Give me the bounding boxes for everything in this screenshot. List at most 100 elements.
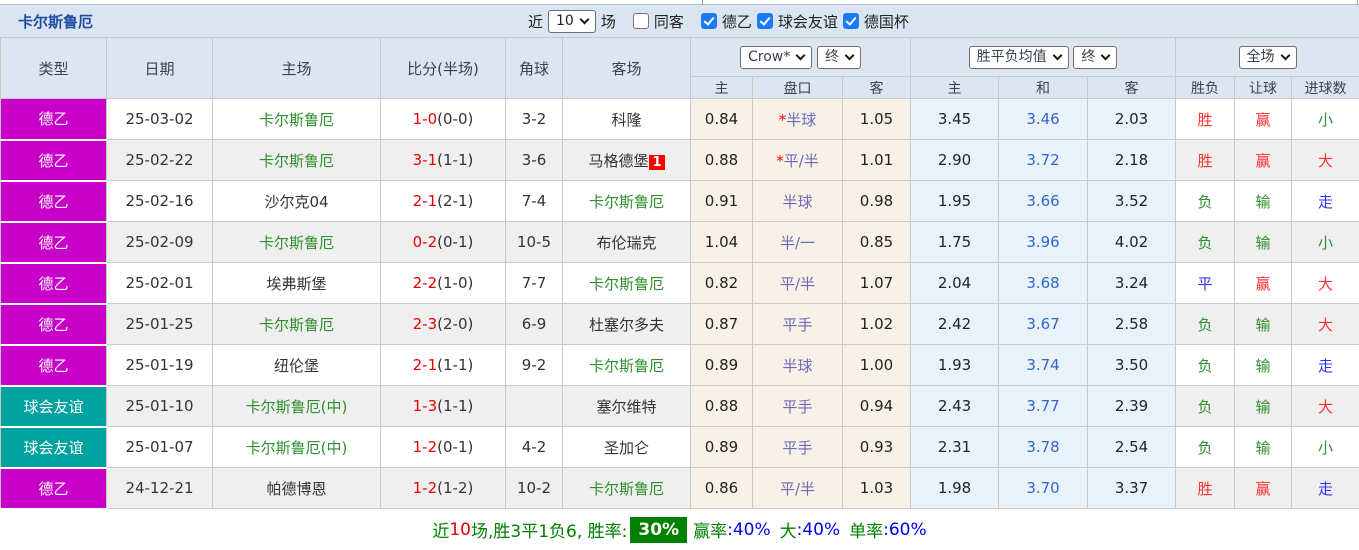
- avg-away-odds: 4.02: [1087, 221, 1177, 263]
- sub-header-avg-draw: 和: [998, 76, 1089, 99]
- corner-count: 9-2: [505, 344, 563, 386]
- avg-time-select[interactable]: 终: [1073, 45, 1118, 69]
- near-count-value: 10: [556, 12, 574, 29]
- crow-away-odds: 1.07: [841, 262, 912, 304]
- result-wdl: 负: [1175, 180, 1236, 222]
- fulltime-score: 1-2: [412, 438, 438, 456]
- result-wdl: 负: [1175, 221, 1236, 263]
- handicap-line: 平手: [752, 303, 843, 345]
- fulltime-score: 2-1: [412, 192, 438, 210]
- odds-source-select[interactable]: Crow*: [739, 45, 813, 69]
- avg-away-odds: 2.18: [1087, 139, 1177, 181]
- home-team-name: 卡尔斯鲁厄(中): [245, 397, 348, 416]
- corner-count: 10-5: [505, 221, 563, 263]
- home-team-name: 卡尔斯鲁厄(中): [245, 438, 348, 457]
- result-scope-group: 全场: [1175, 37, 1359, 77]
- result-wdl: 平: [1175, 262, 1236, 304]
- avg-away-odds: 2.54: [1087, 426, 1177, 468]
- crow-home-odds: 0.91: [690, 180, 753, 222]
- halftime-score: (1-2): [437, 479, 474, 497]
- col-header-score: 比分(半场): [380, 37, 506, 99]
- away-team-name: 塞尔维特: [596, 397, 657, 416]
- near-count-select[interactable]: 10: [548, 9, 596, 33]
- score-cell: 1-2(1-2): [380, 467, 506, 509]
- match-date: 25-02-01: [106, 262, 213, 304]
- home-team: 卡尔斯鲁厄(中): [212, 385, 381, 427]
- footer-summary: 场,胜3平1负6, 胜率:: [471, 522, 628, 542]
- handicap-text: 半球: [786, 110, 817, 129]
- handicap-text: 半球: [782, 356, 813, 375]
- away-team-name: 布伦瑞克: [596, 233, 657, 252]
- avg-home-odds: 2.90: [910, 139, 1000, 181]
- away-team: 卡尔斯鲁厄: [562, 180, 691, 222]
- corner-count: 3-2: [505, 98, 563, 140]
- table-row: 德乙 25-02-16 沙尔克04 2-1(2-1) 7-4 卡尔斯鲁厄 0.91 半球 0.9…: [0, 180, 1359, 223]
- crow-away-odds: 1.01: [841, 139, 912, 181]
- match-type: 德乙: [0, 303, 107, 346]
- filter-friendly-checkbox[interactable]: [756, 13, 773, 29]
- corner-count: 10-2: [505, 467, 563, 509]
- title-bar: 卡尔斯鲁厄 近 10 场 同客 德乙 球会友谊 德国杯: [0, 5, 1359, 37]
- home-team: 卡尔斯鲁厄: [212, 221, 381, 263]
- away-team: 马格德堡 1: [562, 139, 691, 181]
- filter-league-label: 德乙: [721, 12, 752, 31]
- result-goals: 小: [1291, 221, 1359, 263]
- avg-away-odds: 3.50: [1087, 344, 1177, 386]
- fulltime-score: 1-0: [412, 110, 438, 128]
- result-handicap: 输: [1234, 426, 1293, 468]
- result-goals: 大: [1291, 303, 1359, 345]
- avg-source-select[interactable]: 胜平负均值: [968, 45, 1069, 69]
- crow-home-odds: 0.89: [690, 344, 753, 386]
- score-cell: 1-3(1-1): [380, 385, 506, 427]
- corner-count: 7-7: [505, 262, 563, 304]
- score-cell: 2-3(2-0): [380, 303, 506, 345]
- summary-footer: 近 10 场,胜3平1负6, 胜率: 30% 赢率 :40% 大 :40% 单率…: [0, 509, 1359, 550]
- handicap-line: 半球: [752, 180, 843, 222]
- col-header-away: 客场: [562, 37, 691, 99]
- result-wdl: 负: [1175, 344, 1236, 386]
- home-team-name: 卡尔斯鲁厄: [258, 110, 334, 129]
- result-goals: 大: [1291, 385, 1359, 427]
- home-team: 卡尔斯鲁厄: [212, 139, 381, 181]
- avg-away-odds: 3.37: [1087, 467, 1177, 509]
- match-date: 25-02-16: [106, 180, 213, 222]
- filter-cup-label: 德国杯: [863, 12, 909, 31]
- footer-near-num: 10: [449, 519, 471, 540]
- footer-win-label: 赢率: [693, 522, 728, 542]
- chevron-down-icon: [795, 50, 806, 60]
- same-opponent-checkbox[interactable]: [632, 13, 649, 29]
- filter-league-checkbox[interactable]: [700, 13, 717, 29]
- home-team: 卡尔斯鲁厄: [212, 303, 381, 345]
- crow-away-odds: 0.85: [841, 221, 912, 263]
- handicap-line: 半球: [752, 344, 843, 386]
- corner-count: 7-4: [505, 180, 563, 222]
- score-cell: 2-2(1-0): [380, 262, 506, 304]
- handicap-line: *平/半: [752, 139, 843, 181]
- crow-home-odds: 0.87: [690, 303, 753, 345]
- scope-select[interactable]: 全场: [1238, 45, 1297, 69]
- handicap-line: 平手: [752, 426, 843, 468]
- crow-home-odds: 0.88: [690, 139, 753, 181]
- avg-home-odds: 2.43: [910, 385, 1000, 427]
- table-row: 德乙 25-02-01 埃弗斯堡 2-2(1-0) 7-7 卡尔斯鲁厄 0.82 平/半 1.0…: [0, 262, 1359, 305]
- home-team-name: 帕德博恩: [266, 479, 327, 498]
- result-goals: 大: [1291, 139, 1359, 181]
- header-row-groups: 类型 日期 主场 比分(半场) 角球 客场 Crow* 终 胜平负均值 终 全场: [0, 37, 1359, 99]
- sub-header-crow-away: 客: [841, 76, 912, 99]
- avg-draw-odds: 3.78: [998, 426, 1089, 468]
- odds-time-select[interactable]: 终: [817, 45, 862, 69]
- avg-away-odds: 2.58: [1087, 303, 1177, 345]
- result-handicap: 赢: [1234, 98, 1293, 140]
- match-date: 25-01-19: [106, 344, 213, 386]
- halftime-score: (1-1): [437, 151, 474, 169]
- match-date: 25-02-09: [106, 221, 213, 263]
- home-team-name: 纽伦堡: [273, 356, 319, 375]
- handicap-text: 平手: [782, 315, 813, 334]
- result-handicap: 输: [1234, 180, 1293, 222]
- avg-draw-odds: 3.68: [998, 262, 1089, 304]
- filter-cup-checkbox[interactable]: [842, 13, 859, 29]
- match-type: 德乙: [0, 221, 107, 264]
- match-type: 德乙: [0, 180, 107, 223]
- table-row: 德乙 24-12-21 帕德博恩 1-2(1-2) 10-2 卡尔斯鲁厄 0.86 平/半 1.…: [0, 467, 1359, 510]
- handicap-line: 平/半: [752, 262, 843, 304]
